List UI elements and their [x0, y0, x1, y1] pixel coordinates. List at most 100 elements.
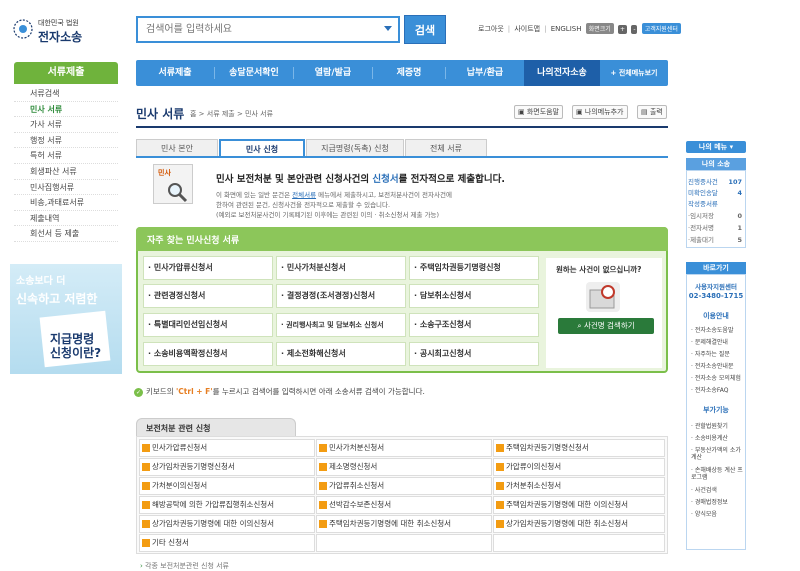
table-row[interactable]: 민사가처분신청서 [316, 439, 492, 457]
sidebar-item-family[interactable]: 가사 서류 [14, 117, 118, 133]
font-plus-button[interactable]: + [618, 25, 628, 34]
sidebar-item-civil[interactable]: 민사 서류 [14, 102, 118, 118]
table-tab-label: 보전처분 관련 신청 [146, 424, 211, 433]
search-input[interactable] [138, 18, 368, 41]
case-row-temp[interactable]: ·임시저장 0 [688, 211, 744, 221]
table-row[interactable]: 상가임차권등기명령신청서 [139, 458, 315, 476]
case-row-unread[interactable]: 미확인송달 4 [688, 188, 744, 198]
nav-all-menu[interactable]: + 전체메뉴보기 [600, 60, 668, 86]
table-row[interactable]: 민사가압류신청서 [139, 439, 315, 457]
print-button[interactable]: ▤ 출력 [637, 105, 667, 119]
nav-delivery[interactable]: 송달문서확인 [215, 60, 293, 86]
feature-link[interactable]: · 양식모음 [691, 511, 717, 518]
table-row[interactable]: 가압류취소신청서 [316, 477, 492, 495]
frequent-doc-link[interactable]: · 주택임차권등기명령신청 [409, 256, 539, 280]
sidebar-item-bankruptcy[interactable]: 회생파산 서류 [14, 164, 118, 180]
case-row-drafts[interactable]: 작성중서류 [688, 199, 744, 209]
frequent-doc-link[interactable]: · 담보취소신청서 [409, 284, 539, 308]
sidebar-item-nonlitigation[interactable]: 비송,과태료서류 [14, 195, 118, 211]
sidebar-item-history[interactable]: 제출내역 [14, 211, 118, 227]
more-link[interactable]: › 각종 보전처분관련 신청 서류 [140, 561, 229, 571]
nav-submit[interactable]: 서류제출 [136, 60, 214, 86]
my-case-box: 진행중사건 107 미확인송달 4 작성중서류 ·임시저장 0 ·전자서명 1 ·제출대… [686, 170, 746, 248]
search-button[interactable]: 검색 [404, 15, 446, 44]
payment-order-banner[interactable]: 소송보다 더 신속하고 저렴한 지급명령 신청이란? [10, 264, 122, 374]
feature-link[interactable]: · 경매법정정보 [691, 499, 728, 506]
screen-help-button[interactable]: ▣ 화면도움말 [514, 105, 564, 119]
case-row-waiting[interactable]: ·제출대기 5 [688, 235, 744, 245]
tab-civil-main[interactable]: 민사 본안 [136, 139, 218, 157]
sidebar-item-admin[interactable]: 행정 서류 [14, 133, 118, 149]
case-search-icon [586, 282, 620, 312]
promo-line1: 소송보다 더 [16, 276, 66, 287]
intro-description: 이 화면에 있는 일반 문건은 전체서류 메뉴에서 제출하시고, 보전처분사건이… [216, 191, 452, 219]
nav-payment[interactable]: 납부/환급 [446, 60, 524, 86]
search-icon: ⌕ [577, 321, 582, 330]
guide-link[interactable]: · 전자소송FAQ [691, 387, 729, 394]
nav-certificate[interactable]: 제증명 [373, 60, 445, 86]
table-row[interactable]: 상가임차권등기명령에 대한 취소신청서 [493, 515, 665, 533]
feature-link[interactable]: · 부동산가액의 소가계산 [691, 447, 743, 461]
english-link[interactable]: ENGLISH [551, 25, 582, 33]
info-icon: ✓ [134, 387, 143, 397]
guide-link[interactable]: · 전자소송안내문 [691, 363, 733, 370]
tab-payment-order[interactable]: 지급명령(독촉) 신청 [306, 139, 404, 157]
help-center-button[interactable]: 고객지원센터 [641, 23, 681, 34]
tab-civil-application[interactable]: 민사 신청 [219, 139, 305, 157]
case-row-inprogress[interactable]: 진행중사건 107 [688, 177, 744, 187]
frequent-doc-link[interactable]: · 민사가압류신청서 [143, 256, 273, 280]
all-documents-link[interactable]: 전체서류 [292, 191, 316, 199]
table-row[interactable]: 기타 신청서 [139, 534, 315, 552]
table-row[interactable]: 해방공탁에 의한 가압류집행취소신청서 [139, 496, 315, 514]
feature-link[interactable]: · 손해배상등 계산 프로그램 [691, 467, 743, 481]
feature-link[interactable]: · 소송비용계산 [691, 435, 728, 442]
feature-link[interactable]: · 관할법원찾기 [691, 423, 728, 430]
promo-line2: 신속하고 저렴한 [16, 292, 98, 306]
tab-all-documents[interactable]: 전체 서류 [405, 139, 487, 157]
extra-features-title: 부가기능 [703, 406, 729, 414]
frequent-doc-link[interactable]: · 권리행사최고 및 담보취소 신청서 [276, 313, 406, 337]
document-icon [142, 501, 150, 509]
frequent-doc-link[interactable]: · 소송비용액확정신청서 [143, 342, 273, 366]
table-row[interactable]: 주택임차권등기명령에 대한 취소신청서 [316, 515, 492, 533]
my-menu-button[interactable]: 나의 메뉴 ▾ [686, 141, 746, 153]
guide-link[interactable]: · 문제해결안내 [691, 339, 728, 346]
table-row[interactable]: 주택임차권등기명령에 대한 이의신청서 [493, 496, 665, 514]
table-row[interactable]: 가처분취소신청서 [493, 477, 665, 495]
frequent-doc-link[interactable]: · 공시최고신청서 [409, 342, 539, 366]
table-row[interactable]: 가압류이의신청서 [493, 458, 665, 476]
font-minus-button[interactable]: - [631, 25, 638, 34]
guide-link[interactable]: · 전자소송 모의체험 [691, 375, 741, 382]
frequent-doc-link[interactable]: · 관련경정신청서 [143, 284, 273, 308]
nav-view[interactable]: 열람/발급 [294, 60, 372, 86]
feature-link[interactable]: · 사건검색 [691, 487, 717, 494]
sidebar-item-execution[interactable]: 민사집행서류 [14, 180, 118, 196]
document-icon [319, 501, 327, 509]
frequent-doc-link[interactable]: · 민사가처분신청서 [276, 256, 406, 280]
chevron-down-icon[interactable] [384, 26, 392, 31]
table-row[interactable]: 선박감수보존신청서 [316, 496, 492, 514]
logo[interactable]: 대한민국 법원 전자소송 [12, 16, 122, 46]
case-search-button[interactable]: ⌕ 사건명 검색하기 [558, 318, 654, 334]
sidebar-item-search[interactable]: 서류검색 [14, 86, 118, 102]
table-row[interactable]: 상가임차권등기명령에 대한 이의신청서 [139, 515, 315, 533]
sidebar-item-patent[interactable]: 특허 서류 [14, 148, 118, 164]
table-row[interactable]: 가처분이의신청서 [139, 477, 315, 495]
frequent-doc-link[interactable]: · 소송구조신청서 [409, 313, 539, 337]
sitemap-link[interactable]: 사이트맵 [514, 25, 540, 33]
document-icon [496, 463, 504, 471]
frequent-doc-link[interactable]: · 제소전화해신청서 [276, 342, 406, 366]
guide-link[interactable]: · 전자소송도움말 [691, 327, 733, 334]
sidebar-item-reply[interactable]: 회선서 등 제출 [14, 226, 118, 242]
table-row[interactable]: 제소명령신청서 [316, 458, 492, 476]
guide-link[interactable]: · 자주하는 질문 [691, 351, 730, 358]
frequent-doc-link[interactable]: · 결정경정(조서경정)신청서 [276, 284, 406, 308]
logout-link[interactable]: 로그아웃 [478, 25, 504, 33]
document-icon [319, 482, 327, 490]
add-my-menu-button[interactable]: ▣ 나의메뉴추가 [572, 105, 628, 119]
table-row[interactable]: 주택임차권등기명령신청서 [493, 439, 665, 457]
support-center-name: 사용자지원센터 [695, 283, 737, 291]
case-row-signed[interactable]: ·전자서명 1 [688, 223, 744, 233]
frequent-doc-link[interactable]: · 특별대리인선임신청서 [143, 313, 273, 337]
nav-my-ecourt[interactable]: 나의전자소송 [524, 60, 600, 86]
